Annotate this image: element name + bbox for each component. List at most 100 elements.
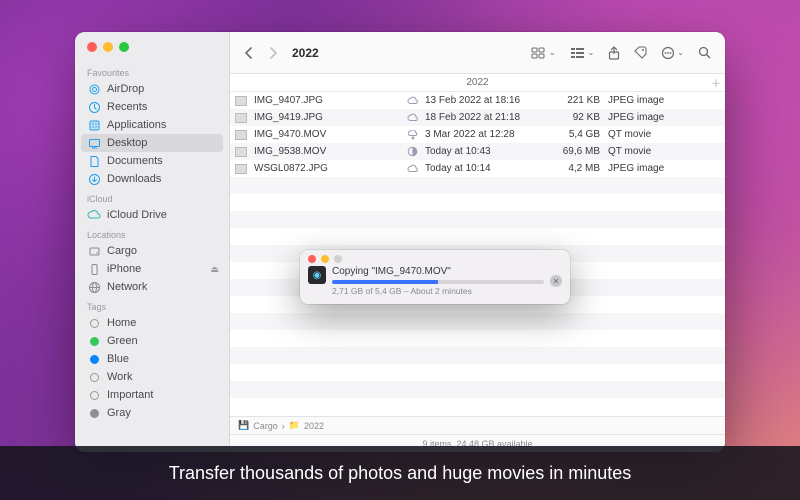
close-button[interactable] xyxy=(87,42,97,52)
sidebar-item-airdrop[interactable]: AirDrop xyxy=(75,80,229,98)
file-name: IMG_9538.MOV xyxy=(252,146,407,157)
zoom-button[interactable] xyxy=(119,42,129,52)
path-seg-1[interactable]: Cargo xyxy=(253,421,278,431)
sidebar-item-label: Applications xyxy=(107,119,219,131)
action-button[interactable]: ⌄ xyxy=(657,44,688,62)
folder-icon: 📁 xyxy=(289,420,300,431)
sidebar-item-label: iPhone xyxy=(107,263,204,275)
sidebar-item-label: Desktop xyxy=(107,137,213,149)
sidebar-item-network[interactable]: Network xyxy=(75,278,229,296)
tag-dot-icon xyxy=(87,370,101,384)
add-column-icon[interactable]: ＋ xyxy=(711,75,721,90)
tag-dot-icon xyxy=(87,388,101,402)
sidebar-item-label: Downloads xyxy=(107,173,219,185)
sidebar-item-downloads[interactable]: Downloads xyxy=(75,170,229,188)
file-row[interactable]: IMG_9470.MOV3 Mar 2022 at 12:285,4 GBQT … xyxy=(230,126,725,143)
file-date: 13 Feb 2022 at 18:16 xyxy=(425,95,553,106)
sidebar-item-icloud-drive[interactable]: iCloud Drive xyxy=(75,206,229,224)
sidebar-item-recents[interactable]: Recents xyxy=(75,98,229,116)
sidebar-item-label: iCloud Drive xyxy=(107,209,219,221)
file-row[interactable]: IMG_9419.JPG18 Feb 2022 at 21:1892 KBJPE… xyxy=(230,109,725,126)
file-thumb-icon xyxy=(230,130,252,140)
file-size: 5,4 GB xyxy=(553,129,608,140)
file-date: Today at 10:43 xyxy=(425,146,553,157)
disk-icon: 💾 xyxy=(238,420,249,431)
copy-progress-dialog: ◉ Copying "IMG_9470.MOV" 2,71 GB of 5,4 … xyxy=(300,250,570,304)
forward-button[interactable] xyxy=(264,45,282,61)
tag-button[interactable] xyxy=(630,44,651,61)
cloud-status-icon xyxy=(407,113,425,122)
minimize-button[interactable] xyxy=(103,42,113,52)
file-kind: QT movie xyxy=(608,146,725,157)
file-date: 3 Mar 2022 at 12:28 xyxy=(425,129,553,140)
empty-row xyxy=(230,211,725,228)
back-button[interactable] xyxy=(240,45,258,61)
file-name: IMG_9419.JPG xyxy=(252,112,407,123)
file-name: WSGL0872.JPG xyxy=(252,163,407,174)
sidebar-item-label: Blue xyxy=(107,353,219,365)
sidebar-item-green[interactable]: Green xyxy=(75,332,229,350)
sidebar-item-gray[interactable]: Gray xyxy=(75,404,229,422)
view-icon-button[interactable]: ⌄ xyxy=(527,45,560,61)
file-thumb-icon xyxy=(230,96,252,106)
dialog-window-controls xyxy=(308,255,562,263)
path-bar[interactable]: 💾 Cargo › 📁 2022 xyxy=(230,416,725,434)
sidebar-item-label: Work xyxy=(107,371,219,383)
sidebar-section-locations: Locations xyxy=(75,224,229,242)
column-header[interactable]: 2022 ＋ xyxy=(230,74,725,92)
empty-row xyxy=(230,228,725,245)
file-thumb-icon xyxy=(230,147,252,157)
file-kind: JPEG image xyxy=(608,112,725,123)
file-size: 4,2 MB xyxy=(553,163,608,174)
cloud-status-icon xyxy=(407,146,425,157)
sidebar-item-label: Green xyxy=(107,335,219,347)
search-button[interactable] xyxy=(694,44,715,61)
sidebar-item-home[interactable]: Home xyxy=(75,314,229,332)
sidebar-item-label: Important xyxy=(107,389,219,401)
sidebar-item-important[interactable]: Important xyxy=(75,386,229,404)
path-seg-2[interactable]: 2022 xyxy=(304,421,324,431)
window-controls xyxy=(75,38,229,62)
sidebar-item-blue[interactable]: Blue xyxy=(75,350,229,368)
sidebar-item-desktop[interactable]: Desktop xyxy=(81,134,223,152)
desktop-icon xyxy=(87,136,101,150)
share-button[interactable] xyxy=(604,44,624,62)
sidebar-item-work[interactable]: Work xyxy=(75,368,229,386)
sidebar-section-icloud: iCloud xyxy=(75,188,229,206)
airdrop-icon xyxy=(87,82,101,96)
file-row[interactable]: WSGL0872.JPGToday at 10:144,2 MBJPEG ima… xyxy=(230,160,725,177)
tag-dot-icon xyxy=(87,406,101,420)
cloud-status-icon xyxy=(407,164,425,173)
cloud-status-icon xyxy=(407,96,425,105)
disk-icon xyxy=(87,244,101,258)
file-name: IMG_9470.MOV xyxy=(252,129,407,140)
sidebar-item-documents[interactable]: Documents xyxy=(75,152,229,170)
tag-dot-icon xyxy=(87,352,101,366)
file-thumb-icon xyxy=(230,164,252,174)
tag-dot-icon xyxy=(87,334,101,348)
group-button[interactable]: ⌄ xyxy=(566,45,599,61)
eject-icon[interactable]: ⏏ xyxy=(210,264,219,275)
path-sep: › xyxy=(282,421,285,431)
sidebar-item-label: Cargo xyxy=(107,245,219,257)
sidebar-item-applications[interactable]: Applications xyxy=(75,116,229,134)
apps-icon xyxy=(87,118,101,132)
copy-cancel-button[interactable]: ✕ xyxy=(550,275,562,287)
sidebar-item-label: AirDrop xyxy=(107,83,219,95)
sidebar-item-label: Home xyxy=(107,317,219,329)
file-row[interactable]: IMG_9407.JPG13 Feb 2022 at 18:16221 KBJP… xyxy=(230,92,725,109)
empty-row xyxy=(230,364,725,381)
globe-icon xyxy=(87,280,101,294)
sidebar-item-label: Recents xyxy=(107,101,219,113)
phone-icon xyxy=(87,262,101,276)
main-area: 2022 ⌄ ⌄ ⌄ xyxy=(230,32,725,452)
sidebar-item-iphone[interactable]: iPhone ⏏ xyxy=(75,260,229,278)
dialog-close-button[interactable] xyxy=(308,255,316,263)
dialog-minimize-button[interactable] xyxy=(321,255,329,263)
sidebar-section-tags: Tags xyxy=(75,296,229,314)
clock-icon xyxy=(87,100,101,114)
file-row[interactable]: IMG_9538.MOVToday at 10:4369,6 MBQT movi… xyxy=(230,143,725,160)
sidebar: Favourites AirDropRecentsApplicationsDes… xyxy=(75,32,230,452)
doc-icon xyxy=(87,154,101,168)
sidebar-item-cargo[interactable]: Cargo xyxy=(75,242,229,260)
